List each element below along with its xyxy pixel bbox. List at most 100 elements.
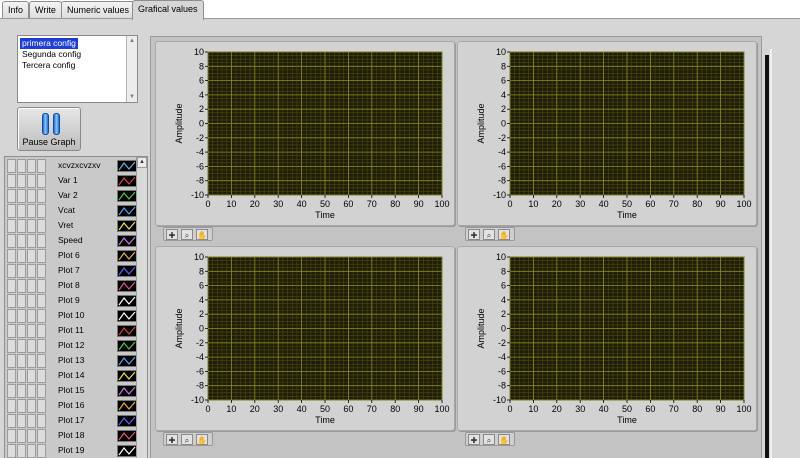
legend-item[interactable]: Plot 18 <box>49 429 137 444</box>
legend-item[interactable]: Var 1 <box>49 174 137 189</box>
waveform-graph[interactable]: 0 10 20 30 40 50 60 70 80 90 100 10 8 6 4 2 0 -2 -4 -6 -8 -10… <box>457 246 757 431</box>
legend-plot-swatch-icon[interactable] <box>117 250 137 262</box>
splitter-bar[interactable] <box>765 55 769 458</box>
legend-grid-cell[interactable] <box>37 384 46 398</box>
legend-grid-cell[interactable] <box>27 279 36 293</box>
legend-grid-cell[interactable] <box>27 309 36 323</box>
legend-item[interactable]: Speed <box>49 234 137 249</box>
scroll-down-arrow-icon[interactable]: ▼ <box>127 92 137 102</box>
legend-grid-cell[interactable] <box>17 414 26 428</box>
legend-grid-cell[interactable] <box>7 384 16 398</box>
legend-grid-cell[interactable] <box>37 309 46 323</box>
scroll-up-arrow-icon[interactable]: ▲ <box>137 157 147 168</box>
legend-item[interactable]: Plot 14 <box>49 369 137 384</box>
legend-grid-cell[interactable] <box>7 279 16 293</box>
legend-grid-cell[interactable] <box>17 234 26 248</box>
legend-grid-cell[interactable] <box>17 429 26 443</box>
legend-grid-cell[interactable] <box>7 309 16 323</box>
waveform-graph[interactable]: 0 10 20 30 40 50 60 70 80 90 100 10 8 6 4 2 0 -2 -4 -6 -8 -10… <box>155 41 455 226</box>
zoom-icon[interactable]: ⌕ <box>483 229 495 240</box>
waveform-graph[interactable]: 0 10 20 30 40 50 60 70 80 90 100 10 8 6 4 2 0 -2 -4 -6 -8 -10… <box>457 41 757 226</box>
legend-grid-cell[interactable] <box>37 444 46 458</box>
legend-grid-cell[interactable] <box>27 414 36 428</box>
config-item[interactable]: Tercera config <box>20 60 77 71</box>
legend-plot-swatch-icon[interactable] <box>117 160 137 172</box>
legend-plot-swatch-icon[interactable] <box>117 430 137 442</box>
legend-grid-cell[interactable] <box>37 354 46 368</box>
legend-plot-swatch-icon[interactable] <box>117 370 137 382</box>
legend-grid-cell[interactable] <box>27 234 36 248</box>
legend-grid-cell[interactable] <box>37 159 46 173</box>
legend-item[interactable]: Plot 10 <box>49 309 137 324</box>
pause-graph-button[interactable]: Pause Graph <box>17 107 81 151</box>
legend-grid-cell[interactable] <box>27 159 36 173</box>
tab-numeric-values[interactable]: Numeric values <box>61 1 136 19</box>
scroll-up-arrow-icon[interactable]: ▲ <box>127 36 137 46</box>
legend-grid-cell[interactable] <box>17 264 26 278</box>
legend-grid-cell[interactable] <box>7 234 16 248</box>
legend-grid-cell[interactable] <box>27 444 36 458</box>
legend-grid-cell[interactable] <box>7 429 16 443</box>
legend-grid-cell[interactable] <box>27 354 36 368</box>
legend-item[interactable]: Plot 9 <box>49 294 137 309</box>
legend-grid-cell[interactable] <box>7 399 16 413</box>
legend-item[interactable]: Plot 16 <box>49 399 137 414</box>
legend-grid-cell[interactable] <box>7 414 16 428</box>
legend-plot-swatch-icon[interactable] <box>117 355 137 367</box>
legend-plot-swatch-icon[interactable] <box>117 265 137 277</box>
config-listbox[interactable]: primera config Segunda config Tercera co… <box>17 35 138 103</box>
legend-grid-cell[interactable] <box>7 174 16 188</box>
legend-plot-swatch-icon[interactable] <box>117 325 137 337</box>
pan-hand-icon[interactable]: ✋ <box>196 434 208 445</box>
crosshair-icon[interactable]: ✚ <box>166 434 178 445</box>
legend-grid-cell[interactable] <box>27 219 36 233</box>
legend-grid-cell[interactable] <box>17 354 26 368</box>
legend-grid-cell[interactable] <box>7 264 16 278</box>
legend-grid-cell[interactable] <box>17 159 26 173</box>
legend-grid-cell[interactable] <box>17 189 26 203</box>
tab-write[interactable]: Write <box>29 1 62 19</box>
legend-grid-cell[interactable] <box>27 294 36 308</box>
legend-grid-cell[interactable] <box>37 339 46 353</box>
legend-grid-cell[interactable] <box>27 324 36 338</box>
config-item[interactable]: primera config <box>19 37 79 50</box>
legend-grid-cell[interactable] <box>17 399 26 413</box>
legend-plot-swatch-icon[interactable] <box>117 385 137 397</box>
legend-grid-cell[interactable] <box>7 189 16 203</box>
legend-grid-cell[interactable] <box>27 204 36 218</box>
zoom-icon[interactable]: ⌕ <box>181 434 193 445</box>
legend-plot-swatch-icon[interactable] <box>117 190 137 202</box>
legend-plot-swatch-icon[interactable] <box>117 295 137 307</box>
legend-grid-cell[interactable] <box>17 384 26 398</box>
legend-grid-cell[interactable] <box>37 249 46 263</box>
legend-grid-cell[interactable] <box>7 294 16 308</box>
legend-plot-swatch-icon[interactable] <box>117 175 137 187</box>
legend-grid-cell[interactable] <box>17 294 26 308</box>
pan-hand-icon[interactable]: ✋ <box>498 229 510 240</box>
pan-hand-icon[interactable]: ✋ <box>498 434 510 445</box>
legend-grid-cell[interactable] <box>17 249 26 263</box>
legend-item[interactable]: xcvzxcvzxv <box>49 159 137 174</box>
legend-scrollbar[interactable]: ▲ ▼ <box>136 157 147 458</box>
legend-grid-cell[interactable] <box>17 369 26 383</box>
legend-grid-cell[interactable] <box>27 429 36 443</box>
legend-grid-cell[interactable] <box>17 309 26 323</box>
legend-grid-cell[interactable] <box>37 324 46 338</box>
legend-grid-cell[interactable] <box>37 204 46 218</box>
config-list-scrollbar[interactable]: ▲ ▼ <box>126 36 137 102</box>
crosshair-icon[interactable]: ✚ <box>166 229 178 240</box>
legend-item[interactable]: Plot 15 <box>49 384 137 399</box>
legend-plot-swatch-icon[interactable] <box>117 445 137 457</box>
legend-grid-cell[interactable] <box>7 204 16 218</box>
legend-plot-swatch-icon[interactable] <box>117 340 137 352</box>
pan-hand-icon[interactable]: ✋ <box>196 229 208 240</box>
legend-grid-cell[interactable] <box>7 339 16 353</box>
legend-grid-cell[interactable] <box>7 249 16 263</box>
legend-item[interactable]: Plot 7 <box>49 264 137 279</box>
legend-plot-swatch-icon[interactable] <box>117 280 137 292</box>
legend-grid-cell[interactable] <box>7 354 16 368</box>
legend-grid-cell[interactable] <box>27 264 36 278</box>
legend-grid-cell[interactable] <box>37 399 46 413</box>
legend-item[interactable]: Plot 8 <box>49 279 137 294</box>
legend-grid-cell[interactable] <box>27 399 36 413</box>
